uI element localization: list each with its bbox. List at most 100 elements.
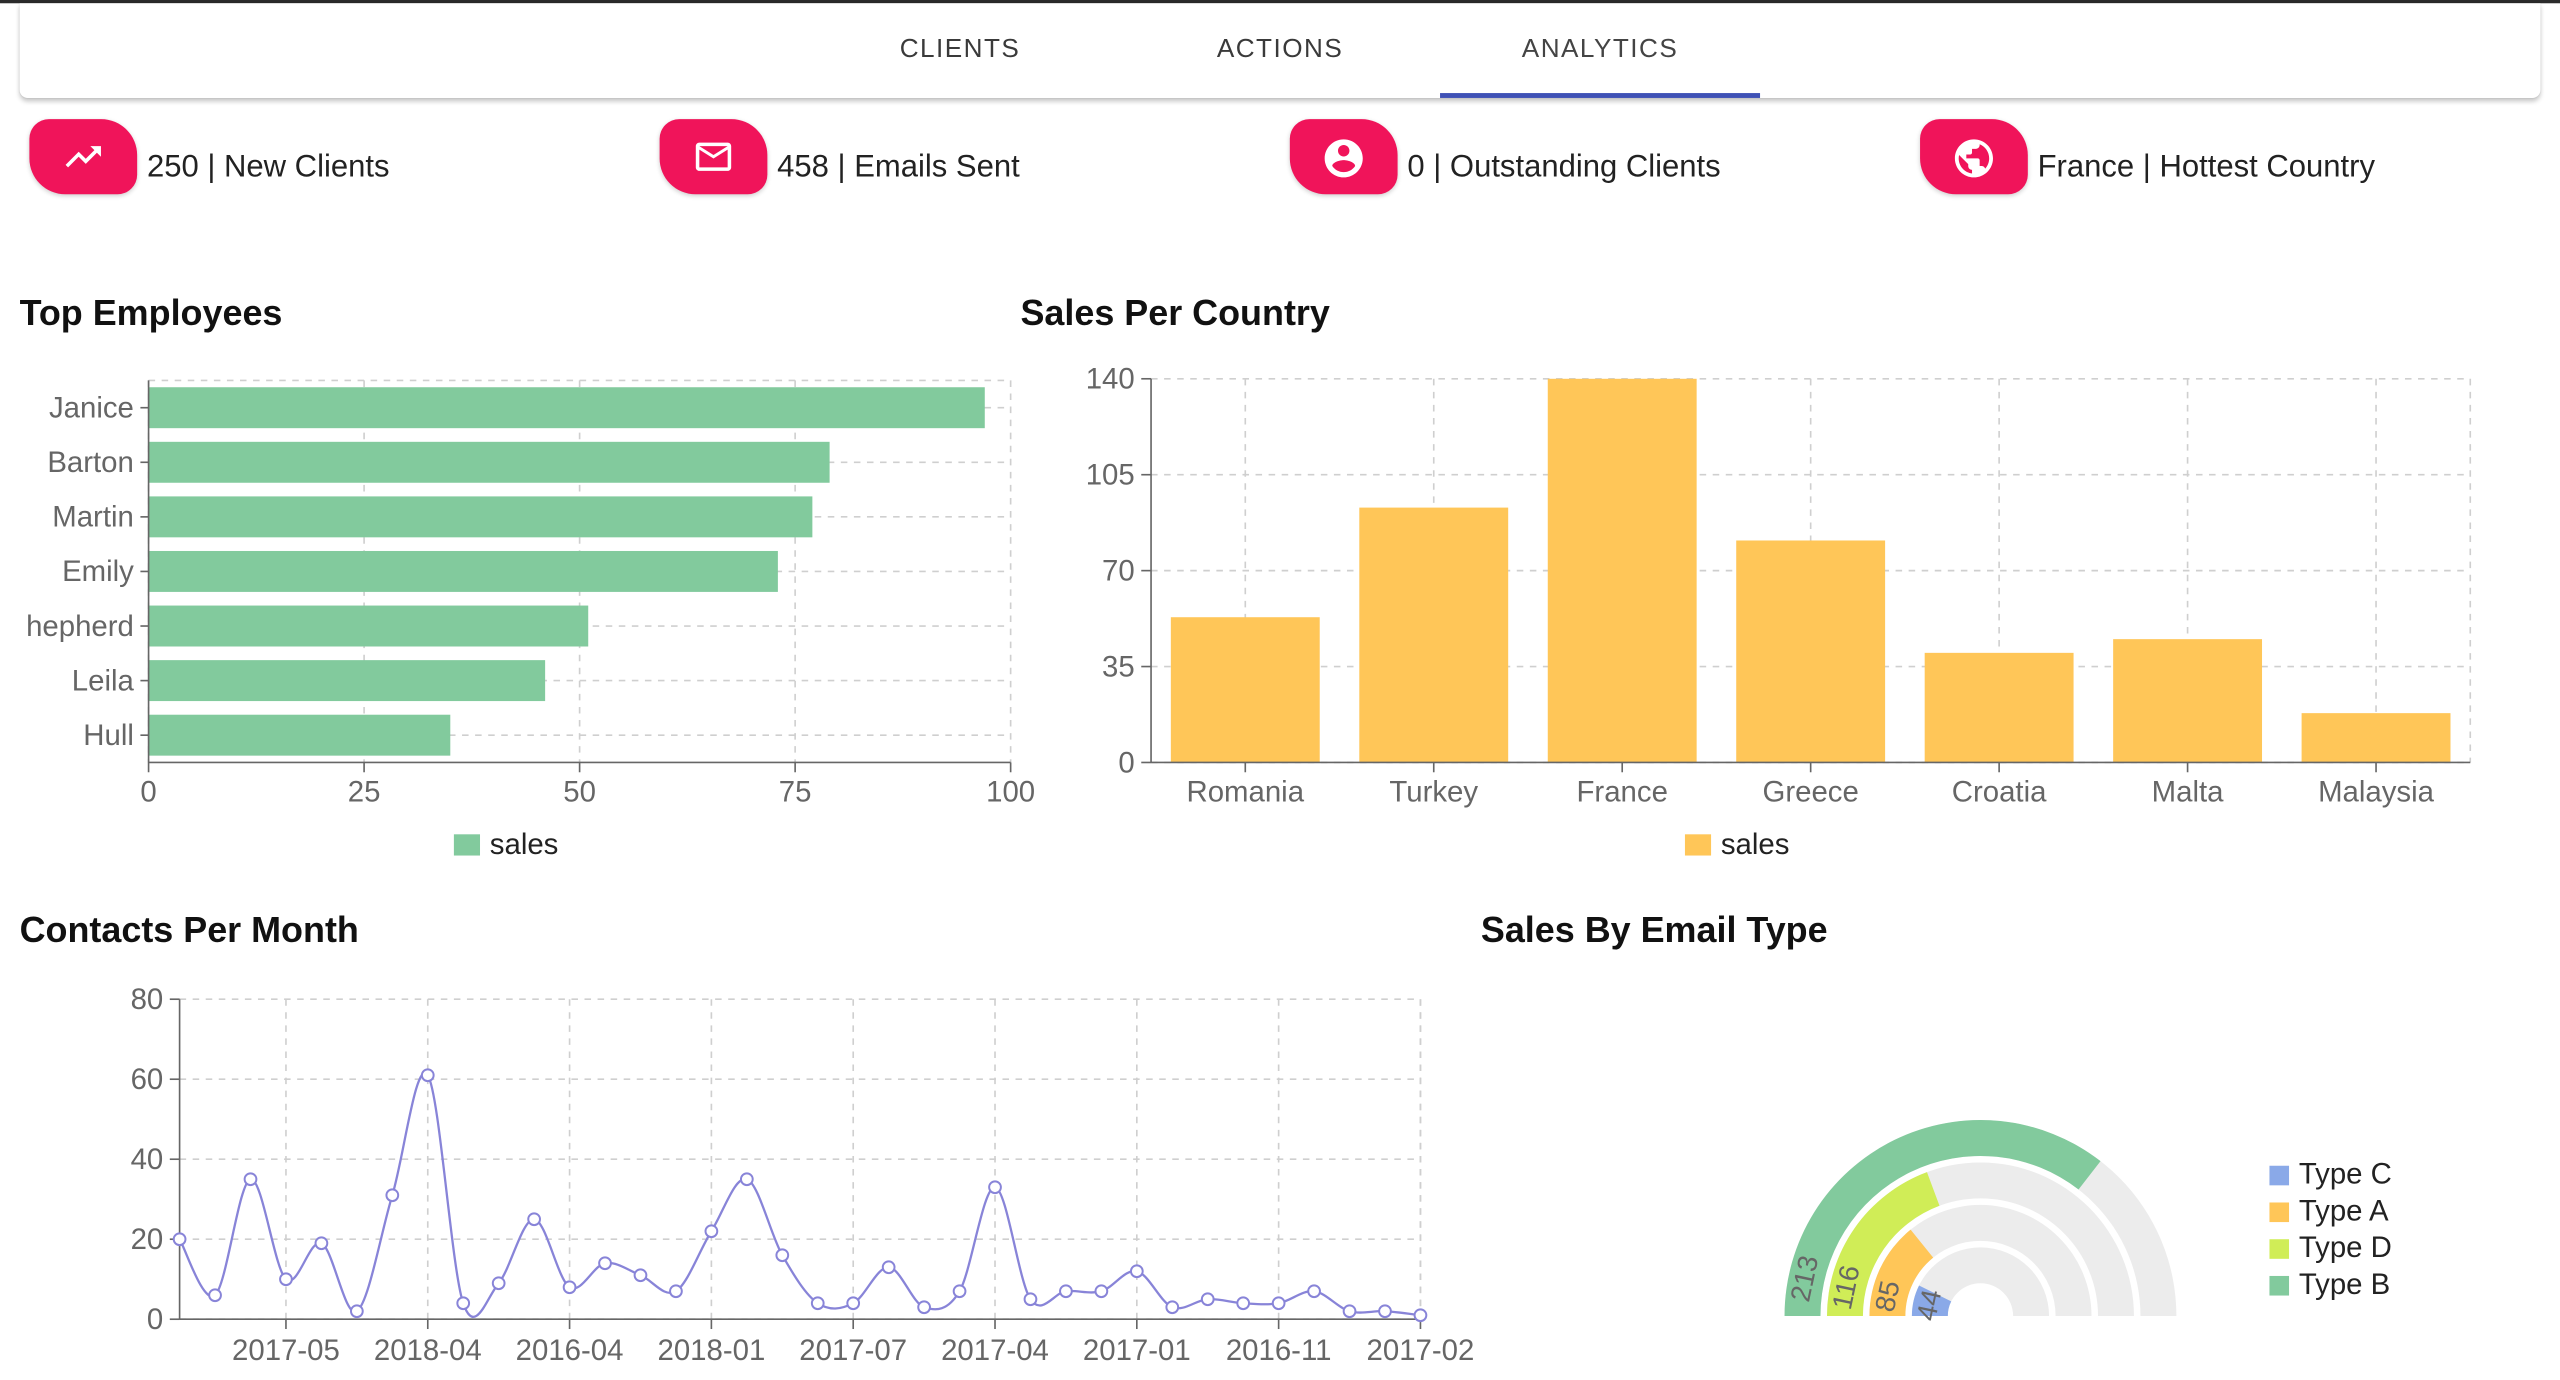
data-point xyxy=(456,1296,471,1311)
legend-label: Type B xyxy=(2299,1268,2390,1301)
bar xyxy=(1547,378,1697,763)
x-tick-label: 2017-04 xyxy=(941,1334,1049,1367)
stat-new-clients: 250 | New Clients xyxy=(29,118,390,196)
data-point xyxy=(952,1284,967,1299)
data-point xyxy=(704,1224,719,1239)
stat-badge xyxy=(1289,119,1398,195)
x-tick-label: 2018-01 xyxy=(657,1334,765,1367)
data-point xyxy=(1023,1292,1038,1307)
bar xyxy=(148,496,813,538)
x-tick-label: 2016-11 xyxy=(1226,1334,1332,1367)
y-tick-label: 140 xyxy=(1086,363,1135,396)
stat-badge xyxy=(659,119,768,195)
bar xyxy=(148,605,589,647)
data-point xyxy=(1094,1284,1109,1299)
data-point xyxy=(208,1288,222,1303)
data-point xyxy=(598,1256,612,1271)
x-tick-label: 2017-05 xyxy=(232,1334,340,1367)
data-point xyxy=(1307,1284,1321,1299)
y-tick-label: 80 xyxy=(131,983,164,1016)
data-point xyxy=(562,1280,577,1295)
legend-label: Type C xyxy=(2299,1158,2392,1191)
stat-badge xyxy=(1920,119,2028,195)
legend-swatch xyxy=(1684,834,1712,856)
y-tick-label: 35 xyxy=(1102,650,1135,683)
data-point xyxy=(917,1300,931,1315)
stat-label: 0 | Outstanding Clients xyxy=(1407,150,1721,185)
legend-label: sales xyxy=(1721,828,1790,861)
data-point xyxy=(279,1272,293,1287)
y-tick-label: hepherd xyxy=(26,610,134,643)
x-tick-label: Romania xyxy=(1187,776,1305,809)
data-point xyxy=(172,1232,187,1247)
x-tick-label: 2018-04 xyxy=(374,1334,482,1367)
data-point xyxy=(1342,1304,1357,1319)
radial-value-label: 85 xyxy=(1869,1278,1906,1315)
legend-swatch xyxy=(2269,1275,2290,1296)
tab-clients[interactable]: CLIENTS xyxy=(800,3,1120,98)
stat-badge xyxy=(29,119,138,195)
y-tick-label: Emily xyxy=(62,555,134,588)
y-tick-label: 20 xyxy=(131,1223,164,1256)
legend-swatch xyxy=(2269,1165,2290,1186)
data-point xyxy=(1059,1284,1073,1299)
x-tick-label: 25 xyxy=(348,776,381,809)
y-tick-label: Martin xyxy=(52,501,134,534)
bar xyxy=(1359,507,1509,763)
stat-outstanding-clients: 0 | Outstanding Clients xyxy=(1289,118,1721,196)
series-line xyxy=(178,1071,1421,1318)
y-tick-label: 0 xyxy=(1118,746,1134,779)
section-title-sales-per-country: Sales Per Country xyxy=(1020,292,1330,334)
y-tick-label: 105 xyxy=(1086,459,1135,492)
tab-analytics[interactable]: ANALYTICS xyxy=(1440,3,1760,98)
bar xyxy=(1736,540,1886,763)
bar xyxy=(2113,639,2263,763)
legend-swatch xyxy=(2269,1239,2290,1259)
data-point xyxy=(385,1188,400,1203)
bar xyxy=(148,550,778,592)
x-tick-label: 2017-01 xyxy=(1083,1334,1191,1367)
data-point xyxy=(1378,1304,1392,1319)
sales-per-country-chart: Romania Turkey France Greece Croatia Malta Mal… xyxy=(1086,363,2472,861)
data-point xyxy=(527,1212,541,1227)
x-tick-label: Greece xyxy=(1762,776,1858,809)
x-tick-label: France xyxy=(1576,776,1667,809)
x-tick-label: Turkey xyxy=(1389,776,1478,809)
data-point xyxy=(1200,1292,1215,1307)
section-title-top-employees: Top Employees xyxy=(19,292,283,334)
active-tab-indicator xyxy=(1440,93,1761,98)
data-point xyxy=(420,1068,435,1083)
data-point xyxy=(314,1236,329,1251)
data-point xyxy=(881,1260,896,1275)
data-point xyxy=(1165,1300,1180,1315)
stat-hottest-country: France | Hottest Country xyxy=(1920,118,2375,196)
data-point xyxy=(350,1304,364,1319)
y-tick-label: Hull xyxy=(83,719,134,752)
y-tick-label: Janice xyxy=(49,392,134,425)
y-tick-label: 70 xyxy=(1102,554,1135,587)
legend-label: sales xyxy=(490,828,559,861)
data-point xyxy=(669,1284,683,1299)
bar xyxy=(148,660,546,702)
legend-label: Type A xyxy=(2299,1194,2389,1227)
bar xyxy=(1924,652,2074,763)
stat-emails-sent: 458 | Emails Sent xyxy=(659,118,1020,196)
data-point xyxy=(739,1172,754,1187)
trending-up-icon xyxy=(65,146,101,168)
top-employees-chart: Janice Barton Martin Emily hepherd Leila Hull0… xyxy=(26,379,1035,861)
data-point xyxy=(633,1268,648,1283)
radial-value-label: 44 xyxy=(1910,1287,1947,1324)
sales-by-email-type-chart: 4485116213Type CType AType DType B xyxy=(1784,1120,2392,1324)
y-tick-label: Leila xyxy=(72,664,135,697)
legend-swatch xyxy=(453,834,481,856)
x-tick-label: 75 xyxy=(779,776,812,809)
tab-actions[interactable]: ACTIONS xyxy=(1120,3,1440,98)
data-point xyxy=(243,1172,258,1187)
section-title-sales-by-email-type: Sales By Email Type xyxy=(1480,909,1828,951)
stat-label: France | Hottest Country xyxy=(2037,150,2375,185)
contacts-per-month-chart: 2017-05 2018-04 2016-04 2018-01 2017-07 2017-… xyxy=(131,983,1475,1367)
y-tick-label: 0 xyxy=(147,1303,163,1336)
data-point xyxy=(1236,1296,1251,1311)
x-tick-label: Malta xyxy=(2152,776,2224,809)
x-tick-label: 2017-07 xyxy=(799,1334,907,1367)
